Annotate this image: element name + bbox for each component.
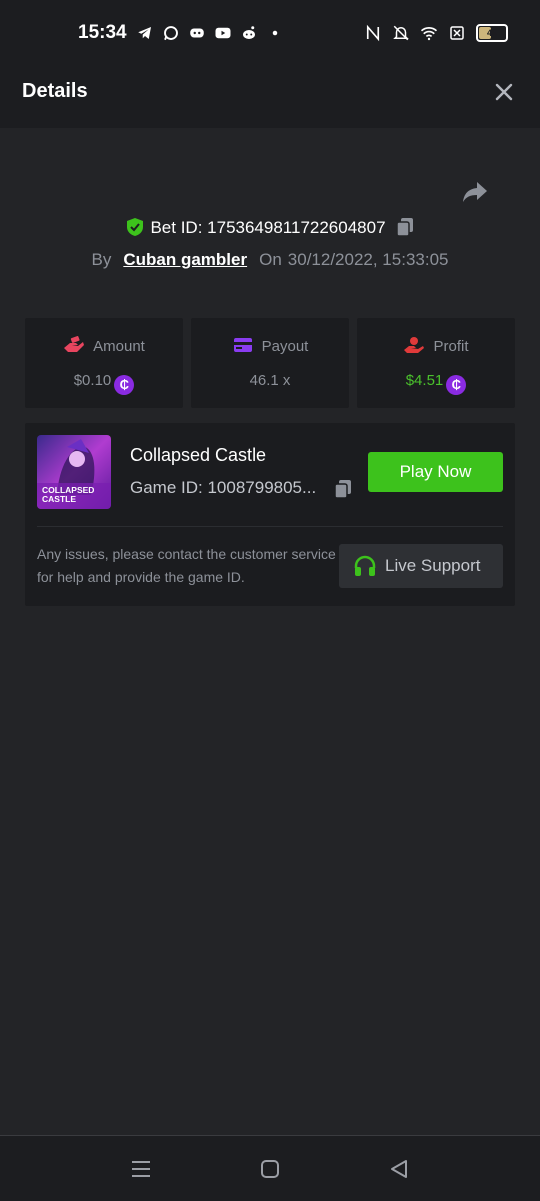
dot-icon [272,30,278,36]
card-icon [233,338,252,352]
amount-label: Amount [93,338,145,355]
hand-money-icon [64,336,85,352]
status-bar: 15:34 46 [0,0,540,56]
system-nav-bar [0,1135,540,1201]
details-header: Details [0,56,540,128]
close-icon[interactable] [494,82,514,102]
discord-icon [190,28,204,38]
bet-by-row: By Cuban gambler On 30/12/2022, 15:33:05 [0,250,540,270]
menu-icon[interactable] [130,1158,152,1180]
game-card: COLLAPSED CASTLE Collapsed Castle Game I… [25,423,515,606]
copy-icon[interactable] [334,479,352,499]
amount-value: $0.10 [73,372,112,389]
live-support-label: Live Support [385,556,481,575]
on-label: On [259,250,282,269]
notification-icons [136,24,284,42]
by-label: By [91,250,112,269]
headset-icon [354,555,376,576]
thumb-title-line2: CASTLE [42,494,76,504]
youtube-icon [215,27,231,39]
play-now-button[interactable]: Play Now [368,452,503,492]
payout-card: Payout 46.1 x [191,318,349,408]
payout-value: 46.1 x [249,372,291,389]
status-time: 15:34 [78,22,127,43]
profit-card: Profit $4.51 ₵ [357,318,515,408]
bet-date: 30/12/2022, 15:33:05 [287,250,449,269]
battery-icon: 46 [476,24,508,42]
back-icon[interactable] [388,1158,410,1180]
help-text: Any issues, please contact the customer … [37,546,336,585]
system-icons: 46 [364,24,508,42]
wifi-icon [420,27,438,41]
profit-value: $4.51 [405,372,444,389]
shield-check-icon [127,218,144,236]
home-icon[interactable] [259,1158,281,1180]
username-link[interactable]: Cuban gambler [123,250,247,269]
reddit-icon [243,26,255,39]
bet-id: Bet ID: 1753649811722604807 [150,218,386,237]
game-name[interactable]: Collapsed Castle [130,445,266,466]
page-title: Details [22,80,88,102]
nfc-icon [366,24,380,42]
share-icon[interactable] [462,180,488,204]
amount-card: Amount $0.10 ₵ [25,318,183,408]
sim-off-icon [450,26,464,40]
profit-label: Profit [433,338,469,355]
coin-icon: ₵ [114,375,135,395]
profit-hand-icon [404,337,425,353]
live-support-button[interactable]: Live Support [339,544,503,588]
game-thumbnail[interactable]: COLLAPSED CASTLE [37,435,111,509]
payout-label: Payout [261,338,309,355]
game-id: Game ID: 1008799805... [130,478,317,497]
telegram-icon [138,27,151,39]
divider [37,526,503,527]
bell-off-icon [393,25,409,41]
whatsapp-icon [164,26,178,41]
bet-id-row: Bet ID: 1753649811722604807 [0,217,540,238]
coin-icon: ₵ [446,375,467,395]
copy-icon[interactable] [395,217,414,237]
battery-level: 46 [486,28,497,38]
